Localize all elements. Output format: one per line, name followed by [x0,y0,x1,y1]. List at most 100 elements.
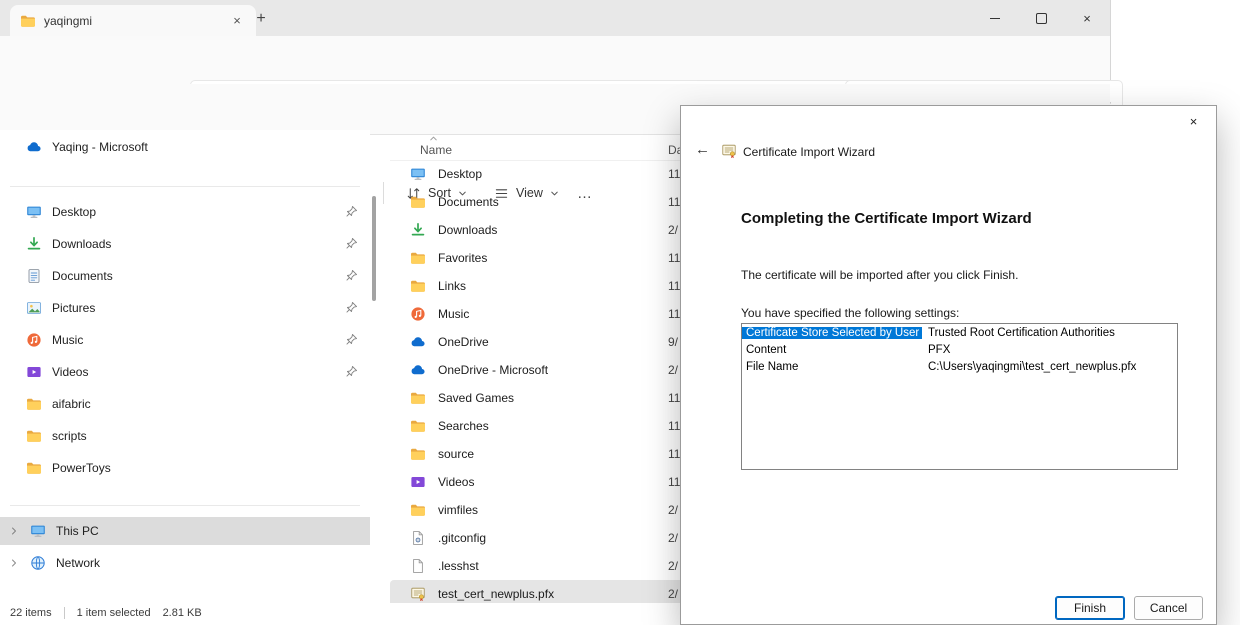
close-button[interactable]: × [1064,0,1110,36]
file-date: 2/ [668,587,678,601]
chevron-right-icon[interactable] [8,525,20,537]
maximize-icon [1036,13,1047,24]
sidebar-item-label: Downloads [52,237,111,251]
setting-key-selected[interactable]: Certificate Store Selected by User [742,327,922,339]
sidebar-item-label: Yaqing - Microsoft [52,140,148,154]
certificate-icon [721,143,737,159]
file-name: Documents [438,195,499,209]
file-date: 9/ [668,335,678,349]
chevron-right-icon[interactable] [8,557,20,569]
folder-icon [410,194,426,210]
file-name: Music [438,307,469,321]
videos-icon [410,474,426,490]
folder-icon [26,460,42,476]
file-name: vimfiles [438,503,478,517]
sidebar-item-aifabric[interactable]: aifabric [6,390,364,418]
file-date: 11 [668,251,680,265]
item-count: 22 items [10,607,52,619]
navigation-bar: ← → ↑ This PC Windows (C:) Users yaqingm… [0,36,1110,84]
videos-icon [26,364,42,380]
file-name: source [438,447,474,461]
sidebar-item-label: scripts [52,429,87,443]
cloud-icon [26,139,42,155]
setting-key[interactable]: File Name [742,361,922,373]
column-header-name[interactable]: Name [420,143,452,157]
settings-row[interactable]: Content PFX [742,341,1177,358]
sidebar-item-onedrive[interactable]: Yaqing - Microsoft [6,133,364,161]
dialog-title-bar: × [681,106,1216,136]
new-tab-button[interactable]: + [248,7,274,31]
network-icon [30,555,46,571]
document-icon [26,268,42,284]
toolbar-separator [383,182,384,204]
file-date: 2/ [668,503,678,517]
folder-icon [410,250,426,266]
file-name: .lesshst [438,559,479,573]
tab-title: yaqingmi [44,14,220,28]
minimize-icon [990,18,1000,19]
folder-icon [26,396,42,412]
sidebar-item-label: Desktop [52,205,96,219]
sidebar-item-desktop[interactable]: Desktop [6,198,364,226]
selection-count: 1 item selected [77,607,151,619]
tab-strip: yaqingmi × + × [0,0,1110,36]
sidebar-item-label: Music [52,333,83,347]
file-date: 11 [668,391,680,405]
file-name: OneDrive [438,335,489,349]
file-name: OneDrive - Microsoft [438,363,548,377]
sidebar-scrollbar[interactable] [372,196,376,301]
file-date: 11 [668,307,680,321]
cancel-button[interactable]: Cancel [1134,596,1203,620]
sidebar-item-label: Documents [52,269,113,283]
sidebar-item-music[interactable]: Music [6,326,364,354]
file-date: 11 [668,279,680,293]
sidebar-item-label: This PC [56,524,99,538]
sidebar-item-network[interactable]: Network [0,549,370,577]
sidebar-item-scripts[interactable]: scripts [6,422,364,450]
setting-key[interactable]: Content [742,344,922,356]
file-name: Videos [438,475,474,489]
cloud-icon [410,334,426,350]
file-date: 2/ [668,559,678,573]
explorer-tab[interactable]: yaqingmi × [10,5,256,36]
sidebar-item-pictures[interactable]: Pictures [6,294,364,322]
folder-icon [410,390,426,406]
folder-icon [410,446,426,462]
monitor-icon [26,204,42,220]
wizard-heading: Completing the Certificate Import Wizard [741,210,1032,227]
dialog-back-button[interactable]: ← [695,141,710,158]
maximize-button[interactable] [1018,0,1064,36]
pin-icon [345,237,358,250]
wizard-text: You have specified the following setting… [741,306,959,320]
settings-row[interactable]: File Name C:\Users\yaqingmi\test_cert_ne… [742,358,1177,375]
folder-icon [26,428,42,444]
certificate-import-wizard-dialog: × ← Certificate Import Wizard Completing… [680,105,1217,625]
file-date: 11 [668,419,680,433]
navigation-pane: Yaqing - Microsoft Desktop Downloads Doc… [0,130,370,603]
folder-icon [410,278,426,294]
minimize-button[interactable] [972,0,1018,36]
wizard-text: The certificate will be imported after y… [741,268,1018,282]
settings-row[interactable]: Certificate Store Selected by User Trust… [742,324,1177,341]
sidebar-item-powertoys[interactable]: PowerToys [6,454,364,482]
sidebar-item-videos[interactable]: Videos [6,358,364,386]
settings-list: Certificate Store Selected by User Trust… [741,323,1178,470]
setting-value: C:\Users\yaqingmi\test_cert_newplus.pfx [922,361,1136,373]
sidebar-item-label: aifabric [52,397,91,411]
tab-close-icon[interactable]: × [228,12,246,30]
sidebar-item-documents[interactable]: Documents [6,262,364,290]
finish-button[interactable]: Finish [1055,596,1125,620]
sidebar-item-this-pc[interactable]: This PC [0,517,370,545]
certificate-icon [410,586,426,602]
pictures-icon [26,300,42,316]
folder-icon [410,502,426,518]
file-date: 11 [668,447,680,461]
sidebar-item-label: PowerToys [52,461,111,475]
dialog-close-icon[interactable]: × [1171,106,1216,136]
file-date: 2/ [668,531,678,545]
monitor-icon [410,166,426,182]
pin-icon [345,333,358,346]
sidebar-item-downloads[interactable]: Downloads [6,230,364,258]
pin-icon [345,269,358,282]
file-name: Downloads [438,223,497,237]
